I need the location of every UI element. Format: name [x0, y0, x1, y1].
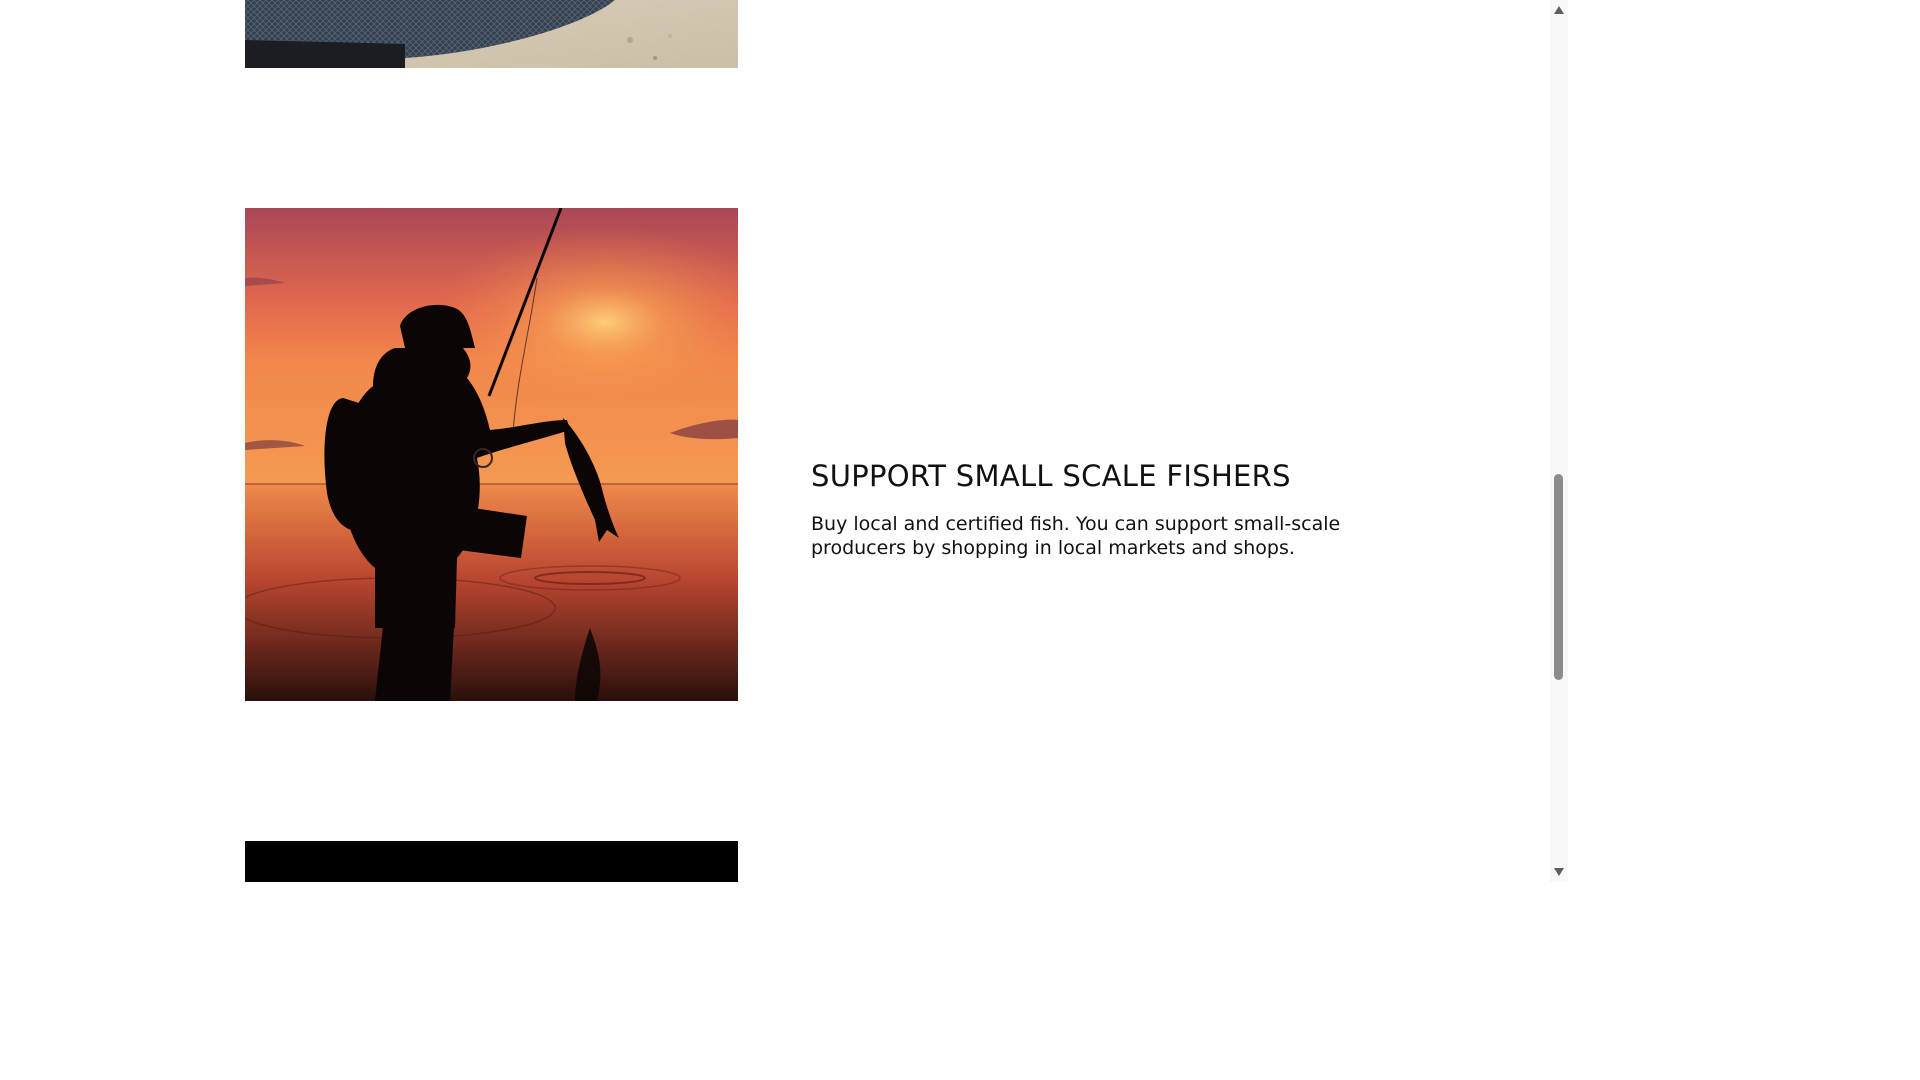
triangle-up-icon	[1554, 6, 1564, 14]
vertical-scrollbar[interactable]	[1550, 0, 1568, 882]
fishing-net-photo-art	[245, 0, 738, 68]
fishing-net-image	[245, 0, 738, 68]
scroll-down-button[interactable]	[1550, 864, 1568, 880]
fisher-sunset-image	[245, 208, 738, 701]
section-description: Buy local and certified fish. You can su…	[811, 513, 1341, 559]
triangle-down-icon	[1554, 868, 1564, 876]
next-section-image	[245, 841, 738, 882]
page: SUPPORT SMALL SCALE FISHERS Buy local an…	[0, 0, 1568, 882]
scroll-thumb[interactable]	[1554, 474, 1563, 680]
section-title: SUPPORT SMALL SCALE FISHERS	[811, 459, 1291, 493]
fisher-silhouette-sunset-photo	[245, 208, 738, 701]
feature-text-block: SUPPORT SMALL SCALE FISHERS Buy local an…	[811, 458, 1411, 560]
scroll-up-button[interactable]	[1550, 2, 1568, 18]
